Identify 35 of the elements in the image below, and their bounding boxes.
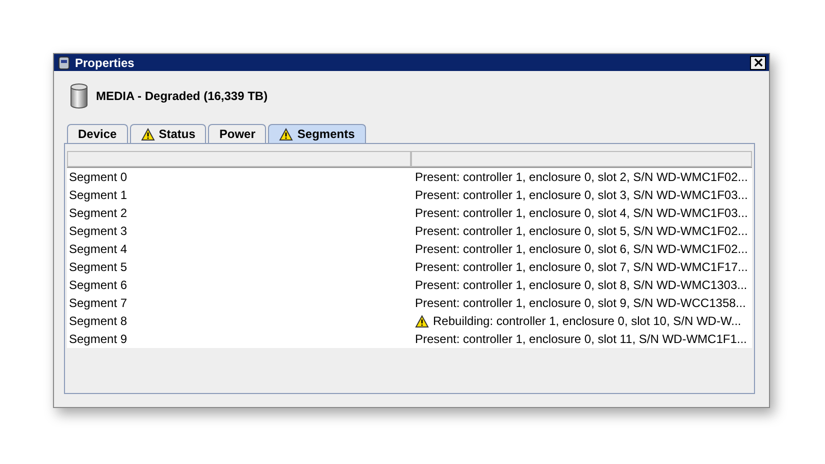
tab[interactable]: Status bbox=[130, 124, 206, 143]
warning-icon bbox=[415, 314, 429, 328]
table-cell-text: Segment 0 bbox=[68, 170, 128, 184]
table-cell: Present: controller 1, enclosure 0, slot 9, S/N WD-WCC1358... bbox=[415, 296, 746, 310]
column-header[interactable] bbox=[411, 151, 752, 167]
table-cell-text: Segment 4 bbox=[68, 242, 128, 256]
disk-icon bbox=[70, 83, 88, 109]
table-cell: Present: controller 1, enclosure 0, slot 3, S/N WD-WMC1F03... bbox=[415, 188, 748, 202]
app-icon bbox=[57, 56, 71, 70]
table-cell: Present: controller 1, enclosure 0, slot 4, S/N WD-WMC1F03... bbox=[415, 206, 748, 220]
table-cell-text: Segment 3 bbox=[68, 224, 128, 238]
warning-icon bbox=[140, 128, 155, 140]
table-cell-text: Segment 8 bbox=[68, 314, 128, 328]
table-cell: Present: controller 1, enclosure 0, slot 7, S/N WD-WMC1F17... bbox=[415, 260, 748, 274]
column-header[interactable] bbox=[67, 151, 411, 167]
table-cell: Present: controller 1, enclosure 0, slot 5, S/N WD-WMC1F02... bbox=[415, 224, 748, 238]
table-cell-text: Segment 5 bbox=[68, 260, 128, 274]
close-icon bbox=[754, 58, 762, 67]
volume-title: MEDIA - Degraded (16,339 TB) bbox=[96, 89, 268, 103]
tab[interactable]: Power bbox=[208, 124, 266, 143]
table-cell: Present: controller 1, enclosure 0, slot 8, S/N WD-WMC1303... bbox=[415, 278, 748, 292]
close-button[interactable] bbox=[750, 56, 766, 70]
tab[interactable]: Device bbox=[67, 124, 128, 143]
table-cell: Present: controller 1, enclosure 0, slot 11, S/N WD-WMC1F1... bbox=[415, 332, 747, 346]
table-cell-text: Segment 2 bbox=[68, 206, 128, 220]
table-cell-text: Segment 1 bbox=[68, 188, 128, 202]
table-cell-text: Segment 7 bbox=[68, 296, 128, 310]
table-cell-text: Segment 6 bbox=[68, 278, 128, 292]
window-title: Properties bbox=[75, 56, 136, 70]
warning-icon bbox=[279, 128, 294, 140]
table-cell: Rebuilding: controller 1, enclosure 0, slot 10, S/N WD-W... bbox=[433, 314, 742, 328]
table-cell: Present: controller 1, enclosure 0, slot 2, S/N WD-WMC1F02... bbox=[415, 170, 748, 184]
table-cell-text: Segment 9 bbox=[68, 332, 128, 346]
tab[interactable]: Segments bbox=[268, 124, 366, 143]
table-cell: Present: controller 1, enclosure 0, slot 6, S/N WD-WMC1F02... bbox=[415, 242, 748, 256]
